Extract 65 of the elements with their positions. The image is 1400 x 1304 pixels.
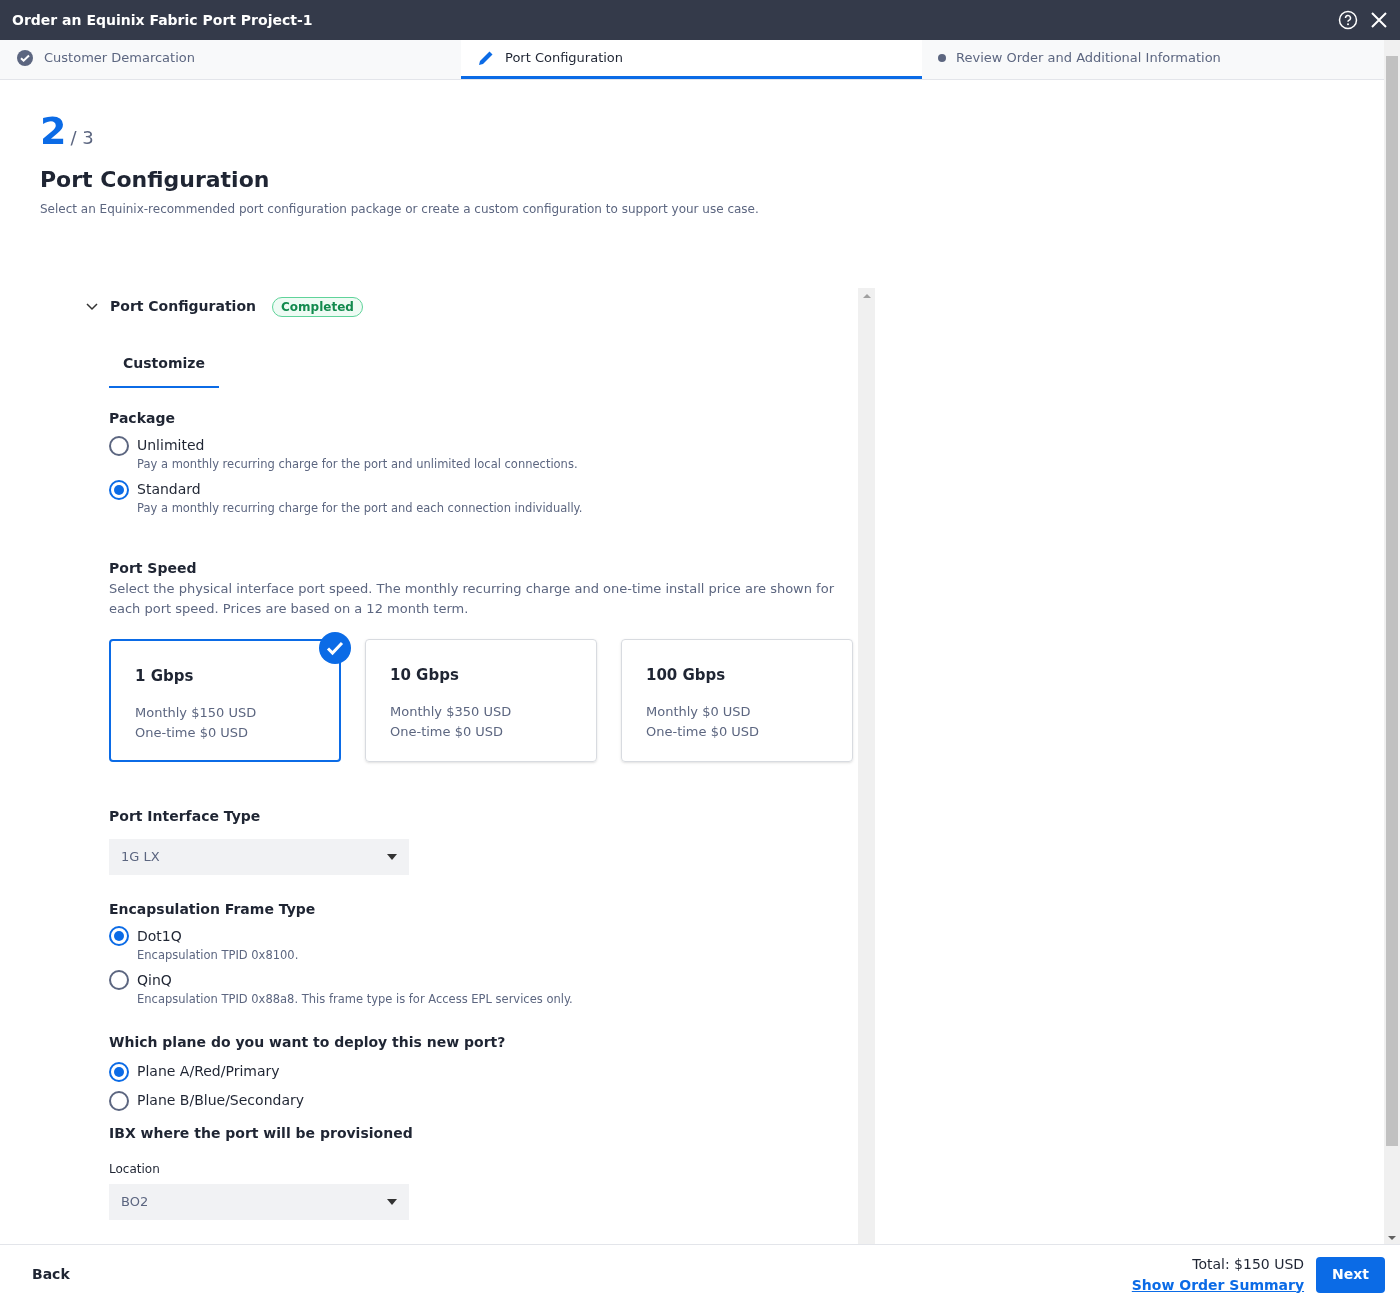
- radio-button[interactable]: [109, 1090, 129, 1111]
- speed-card[interactable]: 1 Gbps Monthly $150 USD One-time $0 USD: [109, 638, 341, 762]
- order-summary-link[interactable]: Show Order Summary: [1131, 1274, 1305, 1296]
- tab[interactable]: Customize: [109, 345, 219, 388]
- radio-label[interactable]: Dot1Q: [137, 925, 182, 947]
- one-time-price: One-time $0 USD: [135, 723, 250, 742]
- option-description: Encapsulation TPID 0x88a8. This frame type is for Access EPL services only.: [136, 990, 574, 1008]
- field-label: IBX where the port will be provisioned: [109, 1124, 414, 1143]
- step-number: 2: [40, 112, 67, 150]
- speed-card[interactable]: 100 Gbps Monthly $0 USD One-time $0 USD: [621, 638, 853, 762]
- field-label: Encapsulation Frame Type: [109, 899, 317, 919]
- speed-card[interactable]: 10 Gbps Monthly $350 USD One-time $0 USD: [365, 638, 597, 762]
- interface-type-dropdown[interactable]: 1G LX: [109, 838, 409, 875]
- page-subtitle: Select an Equinix-recommended port configuration package or create a custom configuration to support your use case.: [40, 201, 760, 218]
- monthly-price: Monthly $150 USD: [135, 704, 258, 722]
- field-label: Port Speed: [109, 558, 198, 578]
- check-badge-icon: [319, 631, 351, 664]
- help-icon[interactable]: [1338, 10, 1358, 30]
- field-label: Which plane do you want to deploy this new port?: [109, 1033, 507, 1052]
- location-dropdown[interactable]: BO2: [109, 1184, 409, 1220]
- step-total: / 3: [70, 126, 94, 150]
- speed-title: 1 Gbps: [135, 665, 195, 687]
- pencil-icon: [477, 49, 495, 67]
- radio-label[interactable]: Standard: [137, 479, 201, 501]
- total-price: Total: $150 USD: [1192, 1254, 1305, 1274]
- radio-button[interactable]: [109, 970, 129, 991]
- check-circle-icon: [16, 49, 34, 67]
- monthly-price: Monthly $350 USD: [390, 703, 513, 721]
- step-tab[interactable]: Customer Demarcation: [0, 40, 461, 79]
- radio-button[interactable]: [109, 1061, 129, 1082]
- step-tab[interactable]: Review Order and Additional Information: [922, 40, 1383, 79]
- scrollbar-thumb[interactable]: [1386, 56, 1398, 1146]
- one-time-price: One-time $0 USD: [390, 722, 505, 741]
- step-tab[interactable]: Port Configuration: [461, 40, 922, 79]
- radio-label[interactable]: Unlimited: [137, 435, 205, 456]
- radio-button[interactable]: [109, 926, 129, 946]
- option-description: Pay a monthly recurring charge for the port and unlimited local connections.: [136, 456, 579, 473]
- option-description: Pay a monthly recurring charge for the port and each connection individually.: [136, 500, 584, 518]
- scroll-down-icon[interactable]: [1388, 1236, 1396, 1240]
- caret-icon: [387, 853, 397, 860]
- section-title: Port Configuration: [110, 297, 256, 316]
- speed-title: 100 Gbps: [646, 664, 727, 686]
- one-time-price: One-time $0 USD: [646, 722, 761, 741]
- monthly-price: Monthly $0 USD: [646, 703, 752, 721]
- radio-label[interactable]: Plane B/Blue/Secondary: [137, 1090, 304, 1111]
- status-badge: Completed: [272, 296, 363, 317]
- speed-title: 10 Gbps: [390, 664, 460, 686]
- page-scrollbar[interactable]: [1384, 40, 1400, 1244]
- scrollbar-track[interactable]: [858, 288, 875, 1244]
- next-button[interactable]: Next: [1316, 1256, 1385, 1293]
- location-label: Location: [109, 1161, 161, 1178]
- radio-button[interactable]: [109, 479, 129, 500]
- window-title: Order an Equinix Fabric Port Project-1: [12, 10, 314, 30]
- field-label: Port Interface Type: [109, 806, 262, 826]
- back-button[interactable]: Back: [32, 1264, 70, 1285]
- radio-label[interactable]: QinQ: [137, 969, 172, 991]
- caret-icon: [387, 1199, 397, 1205]
- chevron-icon[interactable]: [86, 302, 98, 311]
- option-description: Encapsulation TPID 0x8100.: [136, 946, 300, 964]
- field-label: Package: [109, 409, 176, 428]
- field-description: Select the physical interface port speed. The monthly recurring charge and one-time install price are shown for each port speed. Prices are based on a 12 month term.: [109, 579, 835, 618]
- radio-label[interactable]: Plane A/Red/Primary: [137, 1061, 280, 1082]
- radio-button[interactable]: [109, 435, 129, 456]
- page-title: Port Configuration: [40, 166, 271, 194]
- close-icon[interactable]: [1370, 11, 1388, 29]
